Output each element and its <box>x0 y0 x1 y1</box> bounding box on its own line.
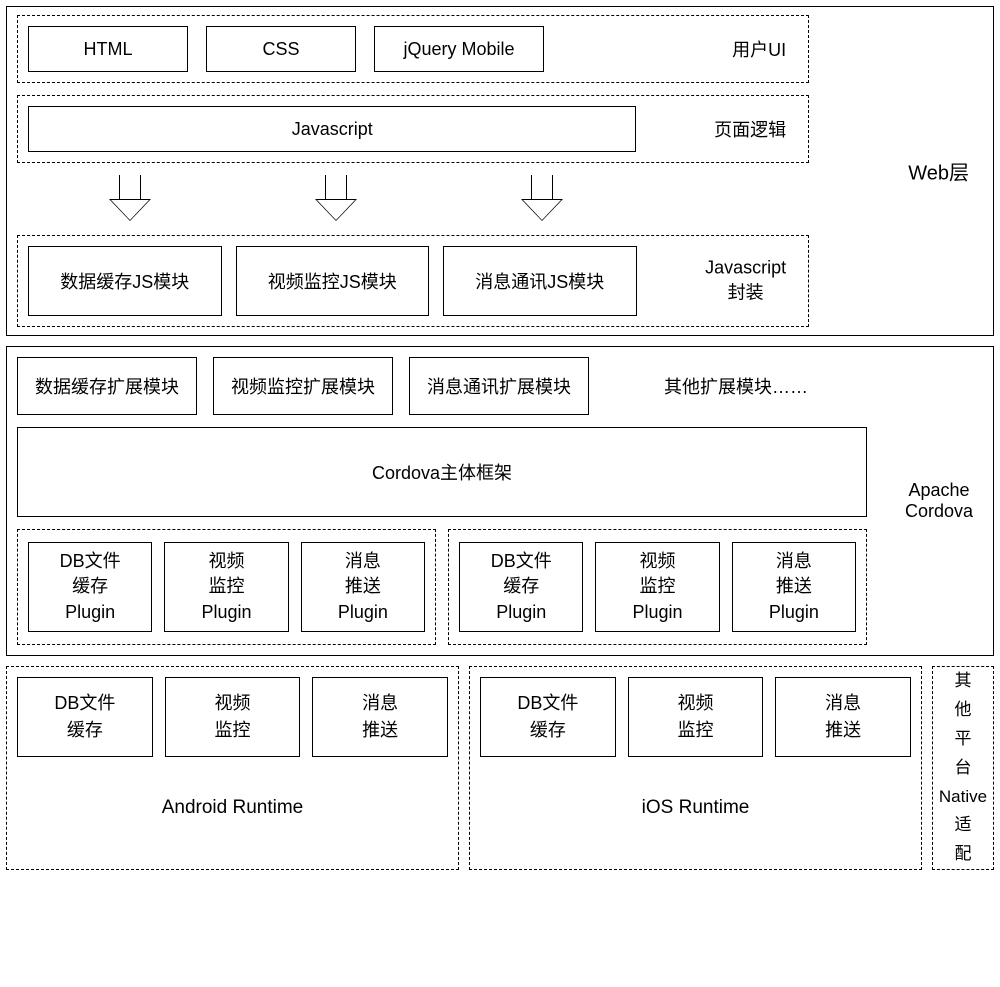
ios-runtime-group: DB文件 缓存 视频 监控 消息 推送 iOS Runtime <box>469 666 922 870</box>
ios-msg-box: 消息 推送 <box>775 677 911 757</box>
video-monitor-ext-box: 视频监控扩展模块 <box>213 357 393 415</box>
apache-cordova-section: 数据缓存扩展模块 视频监控扩展模块 消息通讯扩展模块 其他扩展模块…… Cord… <box>6 346 994 656</box>
message-comm-js-box: 消息通讯JS模块 <box>443 246 637 316</box>
runtime-row: DB文件 缓存 视频 监控 消息 推送 Android Runtime DB文件… <box>6 666 994 870</box>
android-video-box: 视频 监控 <box>165 677 301 757</box>
user-ui-section: HTML CSS jQuery Mobile 用户UI <box>17 15 809 83</box>
ios-video-box: 视频 监控 <box>628 677 764 757</box>
user-ui-label: 用户UI <box>732 36 786 62</box>
other-platform-box: 其 他 平 台 Native 适 配 <box>932 666 994 870</box>
plugins-row: DB文件 缓存 Plugin 视频 监控 Plugin 消息 推送 Plugin… <box>17 529 867 645</box>
ios-plugin-group: DB文件 缓存 Plugin 视频 监控 Plugin 消息 推送 Plugin <box>448 529 867 645</box>
html-box: HTML <box>28 26 188 72</box>
css-box: CSS <box>206 26 356 72</box>
ios-db-plugin-box: DB文件 缓存 Plugin <box>459 542 583 632</box>
data-cache-ext-box: 数据缓存扩展模块 <box>17 357 197 415</box>
web-layer-label: Web层 <box>908 157 969 186</box>
ios-runtime-label: iOS Runtime <box>480 797 911 819</box>
android-db-plugin-box: DB文件 缓存 Plugin <box>28 542 152 632</box>
js-wrap-label: Javascript 封装 <box>705 258 786 305</box>
android-runtime-group: DB文件 缓存 视频 监控 消息 推送 Android Runtime <box>6 666 459 870</box>
page-logic-section: Javascript 页面逻辑 <box>17 95 809 163</box>
jquery-mobile-box: jQuery Mobile <box>374 26 544 72</box>
arrow-down-icon <box>109 175 151 223</box>
js-wrap-section: 数据缓存JS模块 视频监控JS模块 消息通讯JS模块 Javascript 封装 <box>17 235 809 327</box>
ios-msg-plugin-box: 消息 推送 Plugin <box>732 542 856 632</box>
ios-video-plugin-box: 视频 监控 Plugin <box>595 542 719 632</box>
arrows-row <box>27 175 645 223</box>
other-ext-label: 其他扩展模块…… <box>605 373 867 399</box>
data-cache-js-box: 数据缓存JS模块 <box>28 246 222 316</box>
page-logic-label: 页面逻辑 <box>714 116 786 142</box>
arrow-down-icon <box>521 175 563 223</box>
extension-row: 数据缓存扩展模块 视频监控扩展模块 消息通讯扩展模块 其他扩展模块…… <box>17 357 867 415</box>
apache-cordova-label: Apache Cordova <box>905 480 973 522</box>
javascript-box: Javascript <box>28 106 636 152</box>
android-video-plugin-box: 视频 监控 Plugin <box>164 542 288 632</box>
arrow-down-icon <box>315 175 357 223</box>
video-monitor-js-box: 视频监控JS模块 <box>236 246 430 316</box>
web-layer: HTML CSS jQuery Mobile 用户UI Javascript 页… <box>6 6 994 336</box>
android-msg-plugin-box: 消息 推送 Plugin <box>301 542 425 632</box>
ios-db-box: DB文件 缓存 <box>480 677 616 757</box>
android-msg-box: 消息 推送 <box>312 677 448 757</box>
android-db-box: DB文件 缓存 <box>17 677 153 757</box>
android-plugin-group: DB文件 缓存 Plugin 视频 监控 Plugin 消息 推送 Plugin <box>17 529 436 645</box>
cordova-main-box: Cordova主体框架 <box>17 427 867 517</box>
android-runtime-label: Android Runtime <box>17 797 448 819</box>
message-comm-ext-box: 消息通讯扩展模块 <box>409 357 589 415</box>
